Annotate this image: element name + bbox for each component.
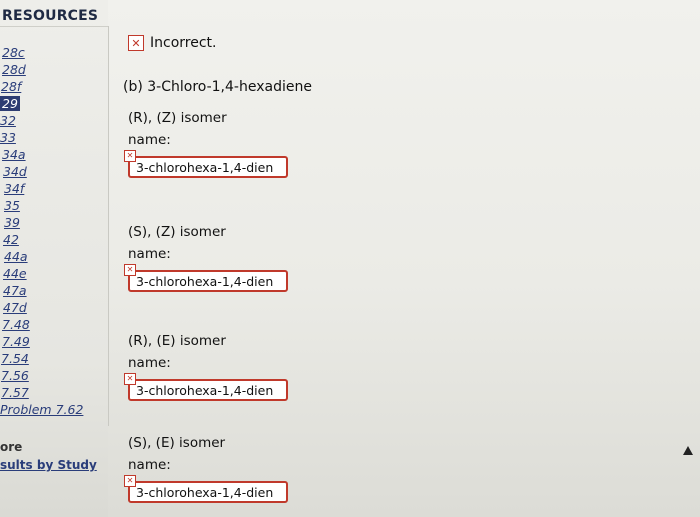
- nav-item-7-56[interactable]: 7.56: [1, 368, 29, 383]
- sidebar: RESOURCES 28c 28d 28f 29 32 33 34a 34d 3…: [0, 0, 108, 517]
- nav-item-29-current[interactable]: 29: [0, 96, 20, 111]
- nav-item-34a[interactable]: 34a: [2, 147, 26, 162]
- nav-item-28d[interactable]: 28d: [2, 62, 26, 77]
- nav-item-47a[interactable]: 47a: [3, 283, 27, 298]
- results-by-study-link[interactable]: sults by Study: [0, 458, 97, 472]
- isomer-label: (R), (Z) isomer: [128, 110, 227, 126]
- isomer-label: (S), (Z) isomer: [128, 224, 226, 240]
- answer-input[interactable]: 3-chlorohexa-1,4-dien: [128, 156, 288, 178]
- nav-item-39[interactable]: 39: [4, 215, 20, 230]
- nav-item-7-54[interactable]: 7.54: [1, 351, 29, 366]
- isomer-label: (S), (E) isomer: [128, 435, 226, 451]
- nav-item-35[interactable]: 35: [4, 198, 20, 213]
- name-label: name:: [128, 132, 171, 148]
- answer-block-rz: (R), (Z) isomer name: 3-chlorohexa-1,4-d…: [124, 110, 288, 182]
- page: RESOURCES 28c 28d 28f 29 32 33 34a 34d 3…: [0, 0, 700, 517]
- x-icon: ✕: [124, 475, 136, 487]
- x-icon: ✕: [124, 150, 136, 162]
- nav-item-33[interactable]: 33: [0, 130, 16, 145]
- status-message: ✕ Incorrect.: [128, 35, 216, 51]
- answer-input[interactable]: 3-chlorohexa-1,4-dien: [128, 270, 288, 292]
- nav-item-28f[interactable]: 28f: [1, 79, 21, 94]
- nav-item-44e[interactable]: 44e: [3, 266, 27, 281]
- answer-block-se: (S), (E) isomer name: 3-chlorohexa-1,4-d…: [124, 435, 288, 507]
- answer-wrap: 3-chlorohexa-1,4-dien ✕: [124, 373, 288, 405]
- nav-item-34f[interactable]: 34f: [4, 181, 24, 196]
- nav-item-42[interactable]: 42: [3, 232, 19, 247]
- name-label: name:: [128, 246, 171, 262]
- nav-item-44a[interactable]: 44a: [4, 249, 28, 264]
- nav-item-47d[interactable]: 47d: [3, 300, 27, 315]
- resources-title: RESOURCES: [2, 8, 99, 24]
- answer-input[interactable]: 3-chlorohexa-1,4-dien: [128, 379, 288, 401]
- nav-item-32[interactable]: 32: [0, 113, 16, 128]
- x-icon: ✕: [124, 264, 136, 276]
- name-label: name:: [128, 457, 171, 473]
- nav-item-problem-7-62[interactable]: Problem 7.62: [0, 402, 83, 417]
- name-label: name:: [128, 355, 171, 371]
- status-text: Incorrect.: [150, 35, 217, 51]
- x-icon: ✕: [128, 35, 144, 51]
- nav-item-34d[interactable]: 34d: [3, 164, 27, 179]
- content-divider: [108, 26, 109, 426]
- question-title: (b) 3-Chloro-1,4-hexadiene: [123, 79, 312, 95]
- nav-item-7-48[interactable]: 7.48: [2, 317, 30, 332]
- sidebar-divider: [0, 26, 108, 27]
- nav-item-28c[interactable]: 28c: [2, 45, 25, 60]
- answer-block-re: (R), (E) isomer name: 3-chlorohexa-1,4-d…: [124, 333, 288, 405]
- answer-wrap: 3-chlorohexa-1,4-dien ✕: [124, 475, 288, 507]
- nav-item-7-57[interactable]: 7.57: [1, 385, 29, 400]
- more-section-title: ore: [0, 440, 23, 454]
- x-icon: ✕: [124, 373, 136, 385]
- mouse-cursor-icon: [683, 446, 693, 455]
- answer-block-sz: (S), (Z) isomer name: 3-chlorohexa-1,4-d…: [124, 224, 288, 296]
- nav-item-7-49[interactable]: 7.49: [2, 334, 30, 349]
- answer-wrap: 3-chlorohexa-1,4-dien ✕: [124, 150, 288, 182]
- answer-input[interactable]: 3-chlorohexa-1,4-dien: [128, 481, 288, 503]
- answer-wrap: 3-chlorohexa-1,4-dien ✕: [124, 264, 288, 296]
- isomer-label: (R), (E) isomer: [128, 333, 226, 349]
